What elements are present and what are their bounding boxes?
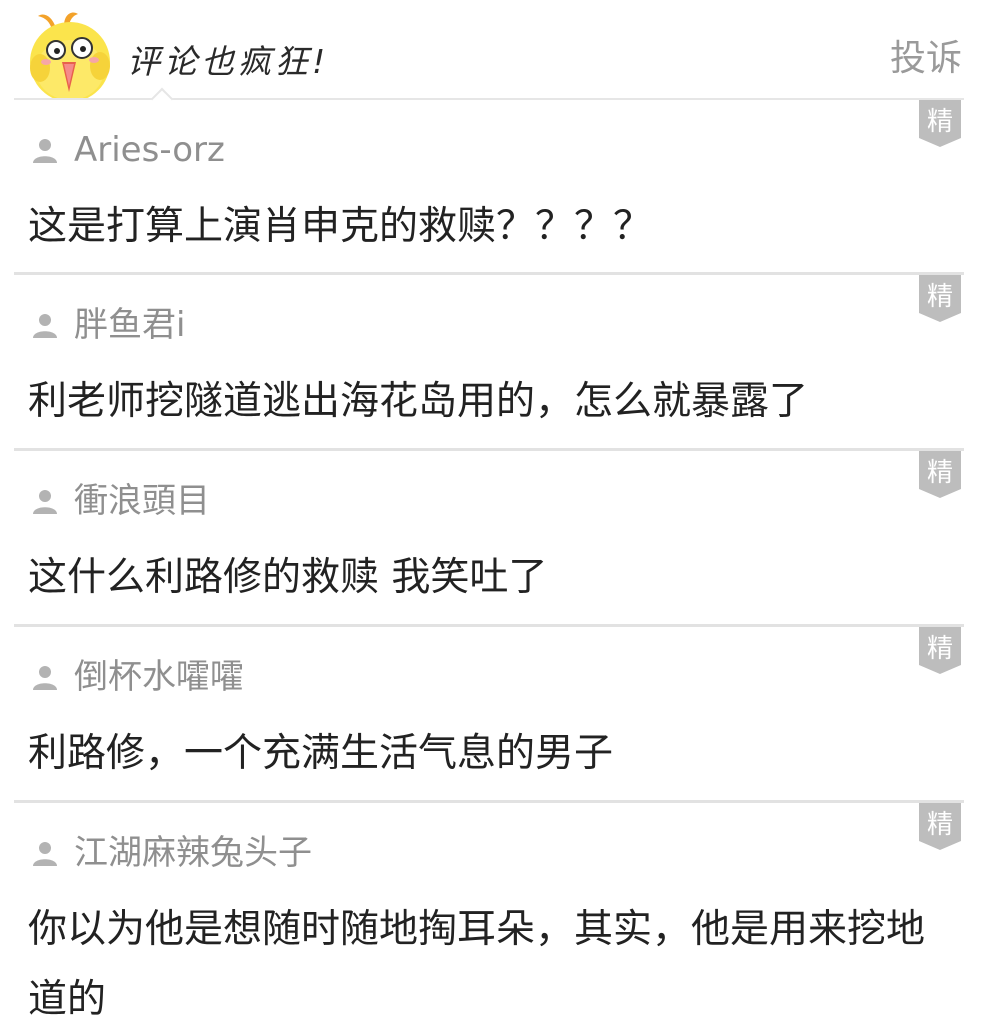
featured-badge-label: 精	[927, 107, 953, 137]
featured-badge: 精	[919, 100, 961, 148]
user-icon	[32, 840, 58, 866]
comment-user-row[interactable]: 倒杯水嚯嚯	[32, 655, 244, 699]
featured-badge: 精	[919, 803, 961, 851]
comment-username[interactable]: 倒杯水嚯嚯	[74, 655, 244, 699]
comment-text: 这什么利路修的救赎 我笑吐了	[28, 555, 548, 600]
comment-username[interactable]: 衝浪頭目	[74, 479, 210, 523]
featured-badge: 精	[919, 275, 961, 323]
comment-username[interactable]: Aries-orz	[74, 128, 225, 172]
comment-username[interactable]: 胖鱼君i	[74, 303, 185, 347]
report-link[interactable]: 投诉	[890, 36, 962, 82]
comment-text: 利老师挖隧道逃出海花岛用的，怎么就暴露了	[28, 379, 809, 424]
comment-user-row[interactable]: 衝浪頭目	[32, 479, 210, 523]
comment-text: 你以为他是想随时随地掏耳朵，其实，他是用来挖地道的	[28, 907, 926, 1022]
comment-item: 精 衝浪頭目 这什么利路修的救赎 我笑吐了	[14, 451, 964, 627]
user-icon	[32, 488, 58, 514]
user-icon	[32, 312, 58, 338]
featured-badge-label: 精	[927, 282, 953, 312]
comment-text: 这是打算上演肖申克的救赎？？？？	[28, 204, 653, 249]
comment-item: 精 胖鱼君i 利老师挖隧道逃出海花岛用的，怎么就暴露了	[14, 275, 964, 451]
comment-username[interactable]: 江湖麻辣兔头子	[74, 831, 312, 875]
comment-item: 精 倒杯水嚯嚯 利路修，一个充满生活气息的男子	[14, 627, 964, 803]
comment-user-row[interactable]: Aries-orz	[32, 128, 225, 172]
featured-badge-label: 精	[927, 458, 953, 488]
featured-badge-label: 精	[927, 634, 953, 664]
comment-text: 利路修，一个充满生活气息的男子	[28, 731, 614, 776]
chick-mascot-icon	[26, 10, 118, 102]
comment-user-row[interactable]: 胖鱼君i	[32, 303, 185, 347]
comment-item: 精 Aries-orz 这是打算上演肖申克的救赎？？？？	[14, 100, 964, 275]
user-icon	[32, 137, 58, 163]
featured-badge: 精	[919, 627, 961, 675]
user-icon	[32, 664, 58, 690]
comment-item: 精 江湖麻辣兔头子 你以为他是想随时随地掏耳朵，其实，他是用来挖地道的	[14, 803, 964, 1022]
comment-user-row[interactable]: 江湖麻辣兔头子	[32, 831, 312, 875]
header-title: 评论也疯狂!	[127, 42, 330, 81]
featured-badge-label: 精	[927, 810, 953, 840]
featured-badge: 精	[919, 451, 961, 499]
comments-header: 评论也疯狂! 投诉	[0, 0, 981, 111]
